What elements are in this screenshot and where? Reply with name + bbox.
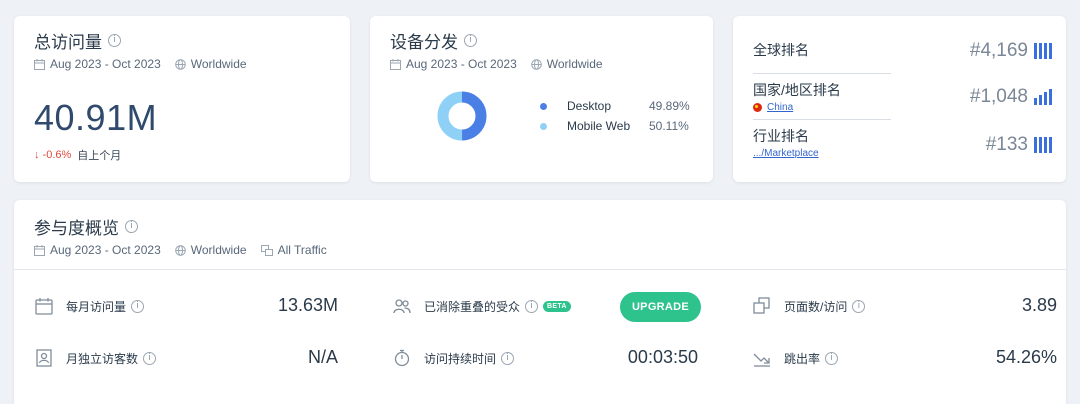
region: Worldwide	[190, 57, 247, 71]
legend-item-desktop: Desktop 49.89%	[540, 96, 690, 116]
info-icon[interactable]: i	[125, 220, 138, 233]
info-icon[interactable]: i	[852, 299, 866, 313]
country-rank-label: 国家/地区排名	[753, 82, 841, 98]
pages-per-visit-value: 3.89	[1021, 295, 1057, 315]
info-icon[interactable]: i	[131, 299, 145, 313]
visitor-card-icon	[34, 348, 54, 368]
info-icon[interactable]: i	[464, 34, 477, 47]
info-icon[interactable]: i	[825, 351, 839, 365]
country-link[interactable]: China	[753, 102, 891, 113]
country-rank-value: #1,048	[970, 86, 1052, 108]
global-rank-label: 全球排名	[753, 42, 809, 58]
total-visits-card: 总访问量 i Aug 2023 - Oct 2023 Worldwide 40.…	[14, 16, 350, 182]
stopwatch-icon	[392, 348, 412, 368]
globe-icon	[174, 58, 186, 70]
device-distribution-card: 设备分发 i Aug 2023 - Oct 2023 Worldwide Des…	[370, 16, 713, 182]
traffic-type: All Traffic	[277, 243, 327, 257]
beta-badge: BETA	[543, 300, 571, 312]
delta-value: ↓ -0.6%	[34, 149, 72, 161]
device-title: 设备分发 i	[390, 28, 693, 53]
engagement-header: 参与度概览 i Aug 2023 - Oct 2023 Worldwide Al…	[14, 200, 1066, 270]
rank-bars-icon	[1034, 89, 1052, 105]
china-flag-icon	[753, 103, 762, 112]
date-range: Aug 2023 - Oct 2023	[50, 243, 161, 257]
unique-visitors-metric: 月独立访客数 i	[34, 348, 157, 368]
engagement-overview-card: 参与度概览 i Aug 2023 - Oct 2023 Worldwide Al…	[14, 200, 1066, 404]
device-donut-chart	[436, 90, 488, 142]
calendar-icon	[34, 58, 45, 70]
total-visits-value: 40.91M	[34, 97, 158, 138]
industry-rank-row: 行业排名 .../Marketplace	[753, 126, 891, 164]
users-icon	[392, 296, 412, 316]
donut-svg	[437, 91, 487, 141]
region: Worldwide	[546, 57, 603, 71]
global-rank-value: #4,169	[970, 40, 1052, 62]
legend-dot	[540, 102, 547, 110]
card-meta: Aug 2023 - Oct 2023 Worldwide All Traffi…	[34, 243, 1046, 257]
delta-label: 自上个月	[77, 150, 122, 162]
info-icon[interactable]: i	[108, 34, 121, 47]
calendar-icon	[390, 58, 401, 70]
global-rank-row: 全球排名	[753, 40, 891, 74]
traffic-icon	[260, 244, 273, 256]
date-range: Aug 2023 - Oct 2023	[50, 57, 161, 71]
calendar-icon	[34, 296, 54, 316]
engagement-title: 参与度概览 i	[34, 214, 1046, 239]
total-visits-title: 总访问量 i	[34, 28, 330, 53]
monthly-visits-metric: 每月访问量 i	[34, 296, 145, 316]
unique-visitors-value: N/A	[307, 347, 338, 367]
info-icon[interactable]: i	[525, 299, 539, 313]
dedup-audience-metric: 已消除重叠的受众 i BETA	[392, 296, 571, 316]
industry-rank-label: 行业排名	[753, 128, 809, 144]
device-legend: Desktop 49.89% Mobile Web 50.11%	[540, 96, 690, 136]
info-icon[interactable]: i	[143, 351, 157, 365]
bounce-rate-value: 54.26%	[995, 347, 1057, 367]
bounce-rate-metric: 跳出率 i	[752, 348, 839, 368]
visits-delta: ↓ -0.6% 自上个月	[34, 147, 330, 163]
country-rank-row: 国家/地区排名 China	[753, 80, 891, 120]
info-icon[interactable]: i	[501, 351, 515, 365]
date-range: Aug 2023 - Oct 2023	[406, 57, 517, 71]
visit-duration-value: 00:03:50	[627, 347, 698, 367]
upgrade-button[interactable]: UPGRADE	[620, 292, 701, 322]
industry-link[interactable]: .../Marketplace	[753, 148, 891, 159]
region: Worldwide	[190, 243, 247, 257]
bounce-arrow-icon	[752, 348, 772, 368]
legend-dot	[540, 122, 547, 130]
pages-icon	[752, 296, 772, 316]
industry-rank-value: #133	[986, 134, 1052, 156]
card-meta: Aug 2023 - Oct 2023 Worldwide	[34, 57, 330, 71]
legend-item-mobile: Mobile Web 50.11%	[540, 116, 690, 136]
rank-bars-icon	[1034, 137, 1052, 153]
globe-icon	[530, 58, 542, 70]
pages-per-visit-metric: 页面数/访问 i	[752, 296, 866, 316]
calendar-icon	[34, 244, 45, 256]
visit-duration-metric: 访问持续时间 i	[392, 348, 515, 368]
card-meta: Aug 2023 - Oct 2023 Worldwide	[390, 57, 693, 71]
globe-icon	[174, 244, 186, 256]
rankings-card: 全球排名 #4,169 国家/地区排名 China #1,048 行业排名 ..…	[733, 16, 1066, 182]
monthly-visits-value: 13.63M	[277, 295, 338, 315]
rank-bars-icon	[1034, 43, 1052, 59]
